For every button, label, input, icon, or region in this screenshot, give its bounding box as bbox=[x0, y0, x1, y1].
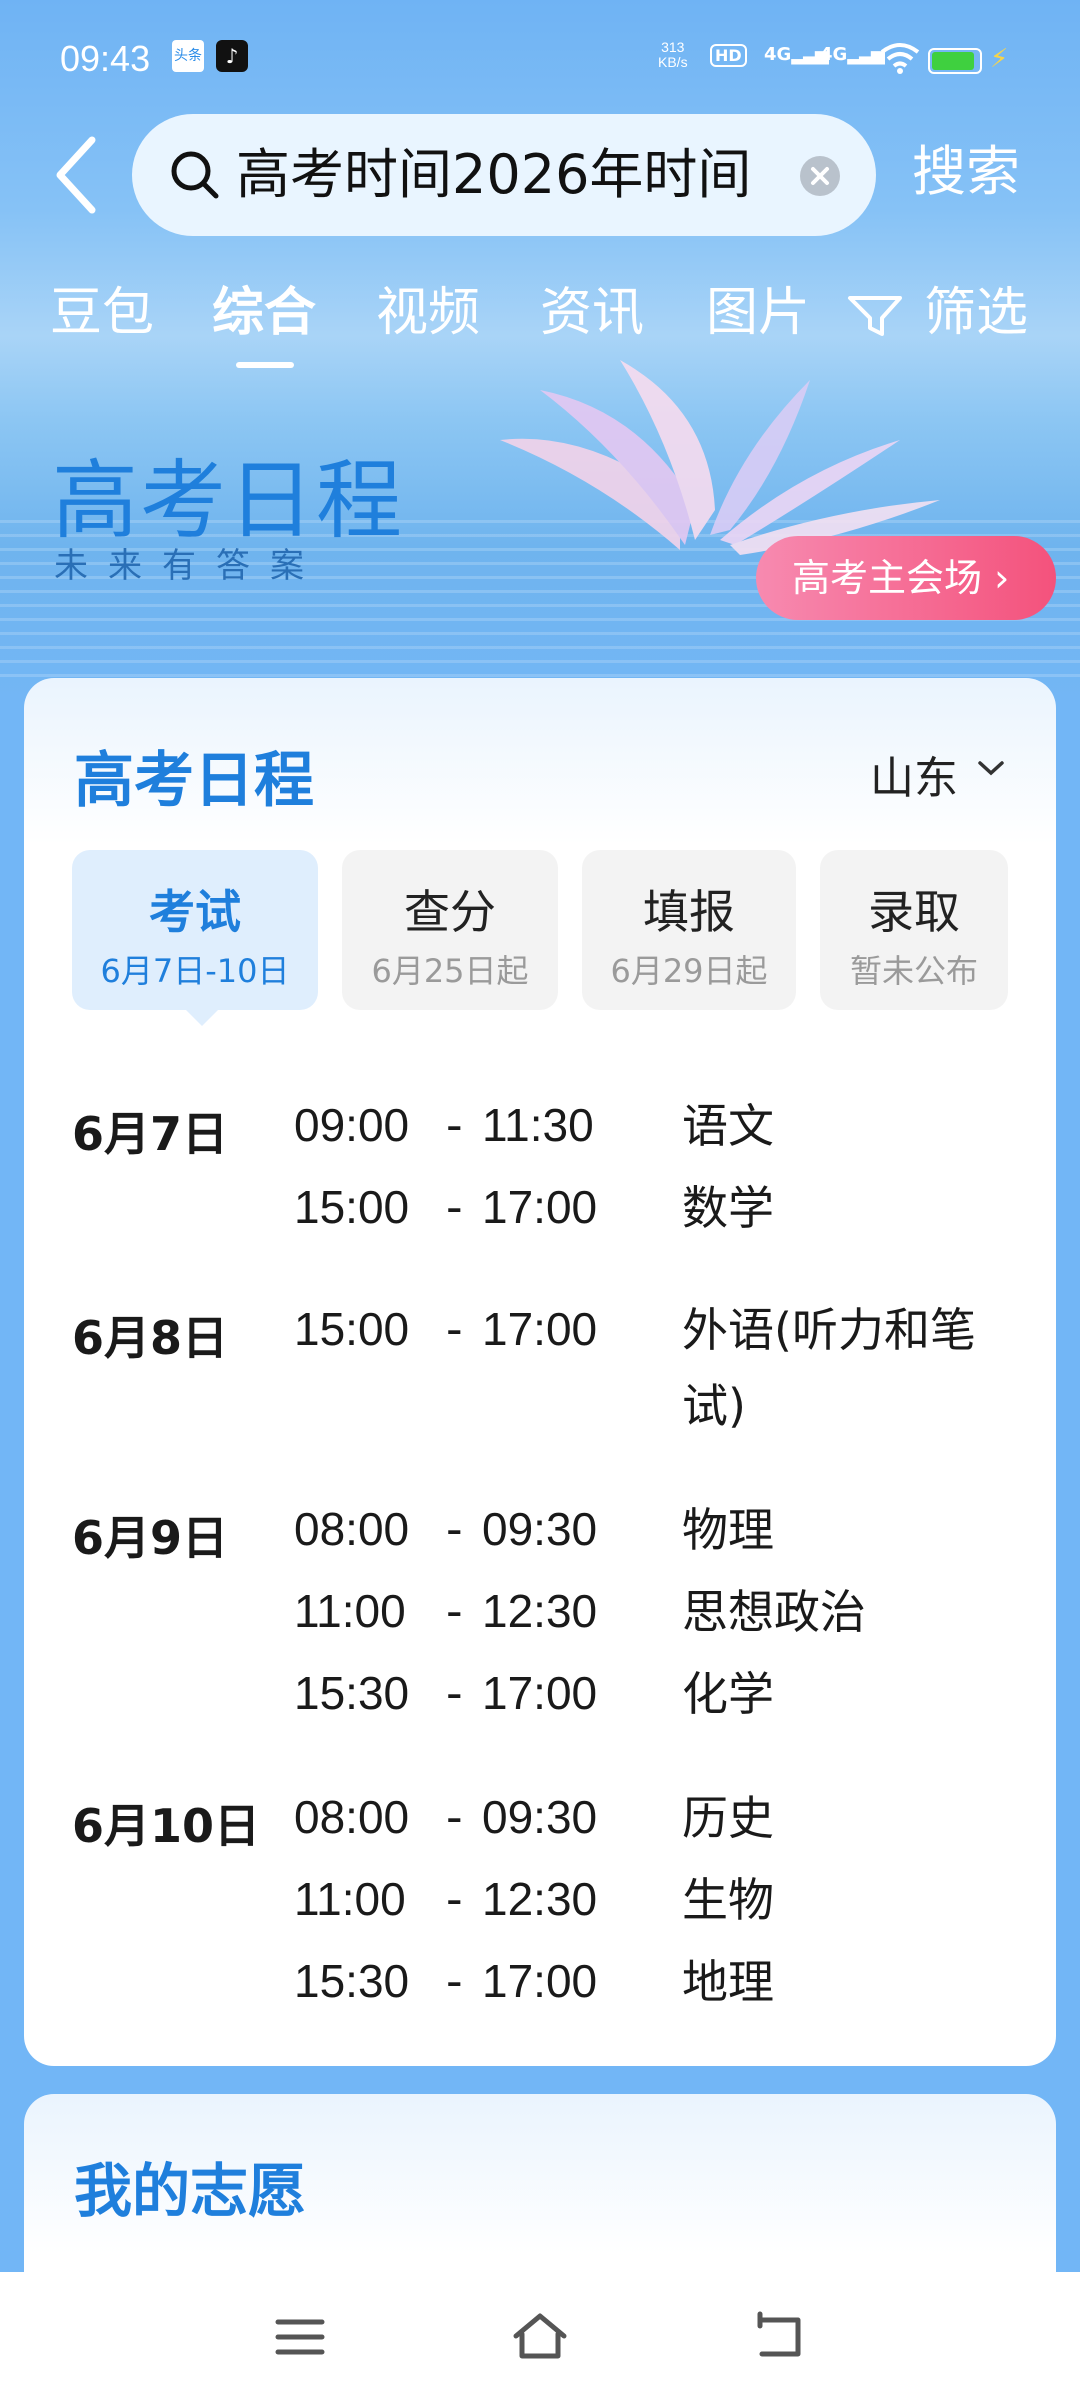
slot-subject: 语文 bbox=[682, 1099, 774, 1153]
slot-dash: - bbox=[446, 1502, 463, 1556]
stage-date: 6月25日起 bbox=[371, 952, 529, 990]
slot-start: 09:00 bbox=[294, 1099, 410, 1151]
slot-end: 09:30 bbox=[482, 1503, 598, 1555]
slot-dash: - bbox=[446, 1872, 463, 1926]
signal-4g-label-1: 4G bbox=[764, 44, 792, 65]
day-date: 6月7日 bbox=[72, 1107, 229, 1161]
stage-date: 6月29日起 bbox=[610, 952, 768, 990]
slot-start: 15:00 bbox=[294, 1181, 410, 1233]
stage-name: 考试 bbox=[149, 885, 241, 939]
slot-end: 11:30 bbox=[482, 1099, 594, 1151]
banner-subtitle: 未来有答案 bbox=[54, 546, 324, 586]
schedule-title: 高考日程 bbox=[74, 746, 314, 816]
back-icon[interactable] bbox=[750, 2310, 810, 2364]
network-speed-unit: KB/s bbox=[658, 54, 688, 70]
slot-dash: - bbox=[446, 1098, 463, 1152]
main-venue-button[interactable]: 高考主会场 › bbox=[756, 536, 1056, 620]
banner-title: 高考日程 bbox=[52, 451, 404, 551]
stage-exam[interactable]: 考试 6月7日-10日 bbox=[72, 850, 318, 1010]
slot-dash: - bbox=[446, 1666, 463, 1720]
system-nav-bar bbox=[0, 2272, 1080, 2400]
slot-end: 17:00 bbox=[482, 1181, 598, 1233]
province-selector[interactable]: 山东 bbox=[870, 742, 958, 806]
chevron-right-icon: › bbox=[982, 556, 1010, 600]
wing-decoration-icon bbox=[500, 360, 940, 555]
stage-score[interactable]: 查分 6月25日起 bbox=[342, 850, 558, 1010]
slot-end: 17:00 bbox=[482, 1955, 598, 2007]
stage-name: 查分 bbox=[404, 885, 496, 939]
status-time: 09:43 bbox=[60, 38, 151, 79]
network-speed-value: 313 bbox=[661, 39, 685, 55]
status-bar: 09:43 头条 ♪ 313 KB/s HD 4G▂▃▅ 4G▂▃▅ ⚡ bbox=[0, 0, 1080, 110]
slot-subject: 历史 bbox=[682, 1791, 774, 1845]
wishes-title: 我的志愿 bbox=[74, 2157, 307, 2225]
battery-icon bbox=[928, 48, 982, 74]
slot-subject: 思想政治 bbox=[682, 1585, 866, 1639]
slot-end: 17:00 bbox=[482, 1303, 598, 1355]
slot-subject: 生物 bbox=[682, 1873, 774, 1927]
slot-end: 12:30 bbox=[482, 1585, 598, 1637]
day-date: 6月10日 bbox=[72, 1799, 261, 1853]
slot-end: 12:30 bbox=[482, 1873, 598, 1925]
tab-comprehensive[interactable]: 综合 bbox=[212, 278, 316, 348]
charging-icon: ⚡ bbox=[990, 44, 1009, 74]
tab-doubao[interactable]: 豆包 bbox=[50, 278, 154, 348]
day-date: 6月8日 bbox=[72, 1311, 229, 1365]
slot-subject: 物理 bbox=[682, 1503, 774, 1557]
slot-start: 08:00 bbox=[294, 1503, 410, 1555]
signal-4g-icon-1: 4G▂▃▅ bbox=[764, 44, 829, 65]
slot-start: 15:30 bbox=[294, 1667, 410, 1719]
stage-date: 6月7日-10日 bbox=[100, 952, 290, 990]
wifi-icon bbox=[880, 43, 920, 74]
main-venue-label: 高考主会场 bbox=[792, 556, 983, 600]
slot-dash: - bbox=[446, 1584, 463, 1638]
slot-dash: - bbox=[446, 1954, 463, 2008]
slot-subject: 外语(听力和笔试) bbox=[682, 1303, 976, 1433]
slot-start: 08:00 bbox=[294, 1791, 410, 1843]
slot-end: 17:00 bbox=[482, 1667, 598, 1719]
slot-start: 15:00 bbox=[294, 1303, 410, 1355]
stage-pointer bbox=[184, 1008, 220, 1026]
network-speed: 313 KB/s bbox=[658, 40, 688, 70]
search-query[interactable]: 高考时间2026年时间 bbox=[236, 140, 796, 210]
signal-4g-label-2: 4G bbox=[820, 44, 848, 65]
search-icon bbox=[171, 151, 219, 199]
slot-subject: 数学 bbox=[682, 1181, 774, 1235]
day-date: 6月9日 bbox=[72, 1511, 229, 1565]
search-button[interactable]: 搜索 bbox=[912, 136, 1020, 208]
clear-icon[interactable] bbox=[800, 156, 840, 196]
toutiao-app-icon: 头条 bbox=[172, 40, 204, 72]
back-arrow-icon[interactable] bbox=[48, 130, 108, 220]
slot-dash: - bbox=[446, 1180, 463, 1234]
stage-date: 暂未公布 bbox=[849, 952, 978, 990]
slot-subject: 化学 bbox=[682, 1667, 774, 1721]
slot-dash: - bbox=[446, 1790, 463, 1844]
slot-subject: 地理 bbox=[682, 1955, 774, 2009]
stage-name: 填报 bbox=[643, 885, 735, 939]
slot-start: 15:30 bbox=[294, 1955, 410, 2007]
home-icon[interactable] bbox=[510, 2310, 570, 2364]
tab-video[interactable]: 视频 bbox=[376, 278, 480, 348]
stage-admission[interactable]: 录取 暂未公布 bbox=[820, 850, 1008, 1010]
slot-start: 11:00 bbox=[294, 1585, 406, 1637]
stage-name: 录取 bbox=[868, 885, 960, 939]
signal-4g-icon-2: 4G▂▃▅ bbox=[820, 44, 885, 65]
stage-apply[interactable]: 填报 6月29日起 bbox=[582, 850, 796, 1010]
search-input[interactable]: 高考时间2026年时间 bbox=[132, 114, 876, 236]
schedule-card: 高考日程 山东 考试 6月7日-10日 查分 6月25日起 填报 6月29日起 … bbox=[24, 678, 1056, 2066]
hd-icon: HD bbox=[710, 44, 747, 67]
tiktok-app-icon: ♪ bbox=[216, 40, 248, 72]
slot-dash: - bbox=[446, 1302, 463, 1356]
menu-icon[interactable] bbox=[270, 2310, 330, 2364]
slot-start: 11:00 bbox=[294, 1873, 406, 1925]
chevron-down-icon[interactable] bbox=[976, 758, 1006, 778]
slot-end: 09:30 bbox=[482, 1791, 598, 1843]
active-tab-indicator bbox=[236, 362, 294, 368]
